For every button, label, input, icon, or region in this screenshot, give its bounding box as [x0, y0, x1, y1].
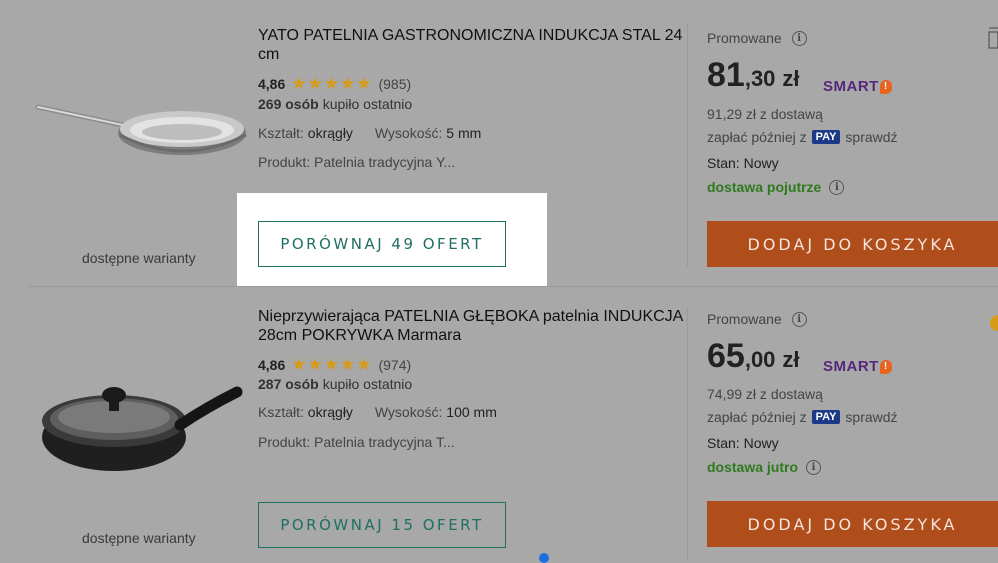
pay-later-prefix: zapłać później z: [707, 409, 807, 425]
smart-alert-icon: !: [879, 79, 892, 94]
pay-later: zapłać później z PAY sprawdź: [707, 409, 898, 425]
product-card: dostępne warianty YATO PATELNIA GASTRONO…: [0, 0, 998, 287]
promoted-text: Promowane: [707, 311, 782, 327]
variants-label[interactable]: dostępne warianty: [82, 530, 196, 546]
promoted-text: Promowane: [707, 30, 782, 46]
delivery-time-text: dostawa pojutrze: [707, 179, 822, 195]
smart-label: SMART: [823, 78, 879, 95]
smart-badge[interactable]: SMART !: [823, 78, 892, 95]
favorite-icon[interactable]: [988, 26, 998, 50]
frying-pan-image[interactable]: [32, 55, 247, 230]
promoted-label: Promowane i: [707, 311, 807, 327]
height-value: 5 mm: [446, 125, 482, 141]
info-icon[interactable]: i: [791, 30, 807, 46]
compare-offers-button[interactable]: PORÓWNAJ 15 OFERT: [258, 502, 506, 548]
rating: 4,86 ★★★★★ (974): [258, 355, 411, 375]
price-integer: 65: [707, 337, 745, 375]
compare-offers-button[interactable]: PORÓWNAJ 49 OFERT: [258, 221, 506, 267]
buyers-label: kupiło ostatnio: [322, 376, 413, 392]
info-icon[interactable]: i: [806, 459, 822, 475]
frying-pan-with-lid-image[interactable]: [32, 337, 247, 512]
height-label: Wysokość:: [374, 404, 443, 420]
rating: 4,86 ★★★★★ (985): [258, 74, 411, 94]
condition-label: Stan:: [707, 435, 740, 451]
pay-later-check-link[interactable]: sprawdź: [845, 129, 897, 145]
add-to-cart-button[interactable]: DODAJ DO KOSZYKA: [707, 501, 998, 547]
info-icon[interactable]: i: [791, 311, 807, 327]
price: 65 ,00 zł: [707, 337, 800, 376]
recent-buyers: 269 osób kupiło ostatnio: [258, 96, 412, 112]
condition: Stan: Nowy: [707, 155, 779, 171]
buyers-label: kupiło ostatnio: [322, 96, 413, 112]
smart-badge[interactable]: SMART !: [823, 358, 892, 375]
pay-later-prefix: zapłać później z: [707, 129, 807, 145]
promoted-label: Promowane i: [707, 30, 807, 46]
rating-score: 4,86: [258, 76, 286, 92]
shape-value: okrągły: [307, 125, 353, 141]
review-count[interactable]: (974): [378, 357, 411, 373]
smart-alert-icon: !: [879, 359, 892, 374]
shape-value: okrągły: [307, 404, 353, 420]
product-card: dostępne warianty Nieprzywierająca PATEL…: [0, 287, 998, 560]
price-currency: zł: [782, 347, 800, 372]
delivery-time-text: dostawa jutro: [707, 459, 799, 475]
product-attributes: Kształt: okrągły Wysokość: 5 mm: [258, 125, 499, 141]
product-title[interactable]: YATO PATELNIA GASTRONOMICZNA INDUKCJA ST…: [258, 26, 683, 64]
height-label: Wysokość:: [374, 125, 443, 141]
pay-later-check-link[interactable]: sprawdź: [845, 409, 897, 425]
rating-score: 4,86: [258, 357, 286, 373]
smart-label: SMART: [823, 358, 879, 375]
price-decimal: ,00: [744, 347, 776, 372]
condition-label: Stan:: [707, 155, 740, 171]
shape-label: Kształt:: [258, 404, 304, 420]
product-attributes: Kształt: okrągły Wysokość: 100 mm: [258, 404, 515, 420]
delivery-time: dostawa jutro i: [707, 459, 822, 475]
condition-value: Nowy: [743, 155, 779, 171]
delivery-time: dostawa pojutrze i: [707, 179, 845, 195]
info-icon[interactable]: i: [829, 179, 845, 195]
column-divider: [687, 24, 688, 267]
review-count[interactable]: (985): [378, 76, 411, 92]
pay-logo-icon: PAY: [811, 130, 841, 144]
price-with-delivery: 91,29 zł z dostawą: [707, 106, 823, 122]
price: 81 ,30 zł: [707, 56, 800, 95]
column-divider: [687, 307, 688, 560]
condition: Stan: Nowy: [707, 435, 779, 451]
height-value: 100 mm: [446, 404, 497, 420]
condition-value: Nowy: [743, 435, 779, 451]
price-currency: zł: [782, 66, 800, 91]
super-seller-badge-icon: [990, 315, 998, 331]
cursor-indicator: [539, 553, 549, 563]
variants-label[interactable]: dostępne warianty: [82, 250, 196, 266]
pay-logo-icon: PAY: [811, 410, 841, 424]
rating-stars-icon: ★★★★★: [291, 74, 373, 93]
buyers-count: 287 osób: [258, 376, 319, 392]
price-integer: 81: [707, 56, 745, 94]
shape-label: Kształt:: [258, 125, 304, 141]
recent-buyers: 287 osób kupiło ostatnio: [258, 376, 412, 392]
buyers-count: 269 osób: [258, 96, 319, 112]
add-to-cart-button[interactable]: DODAJ DO KOSZYKA: [707, 221, 998, 267]
product-line: Produkt: Patelnia tradycyjna T...: [258, 434, 455, 450]
price-with-delivery: 74,99 zł z dostawą: [707, 386, 823, 402]
pay-later: zapłać później z PAY sprawdź: [707, 129, 898, 145]
rating-stars-icon: ★★★★★: [291, 355, 373, 374]
product-title[interactable]: Nieprzywierająca PATELNIA GŁĘBOKA pateln…: [258, 307, 683, 345]
price-decimal: ,30: [744, 66, 776, 91]
product-line: Produkt: Patelnia tradycyjna Y...: [258, 154, 456, 170]
